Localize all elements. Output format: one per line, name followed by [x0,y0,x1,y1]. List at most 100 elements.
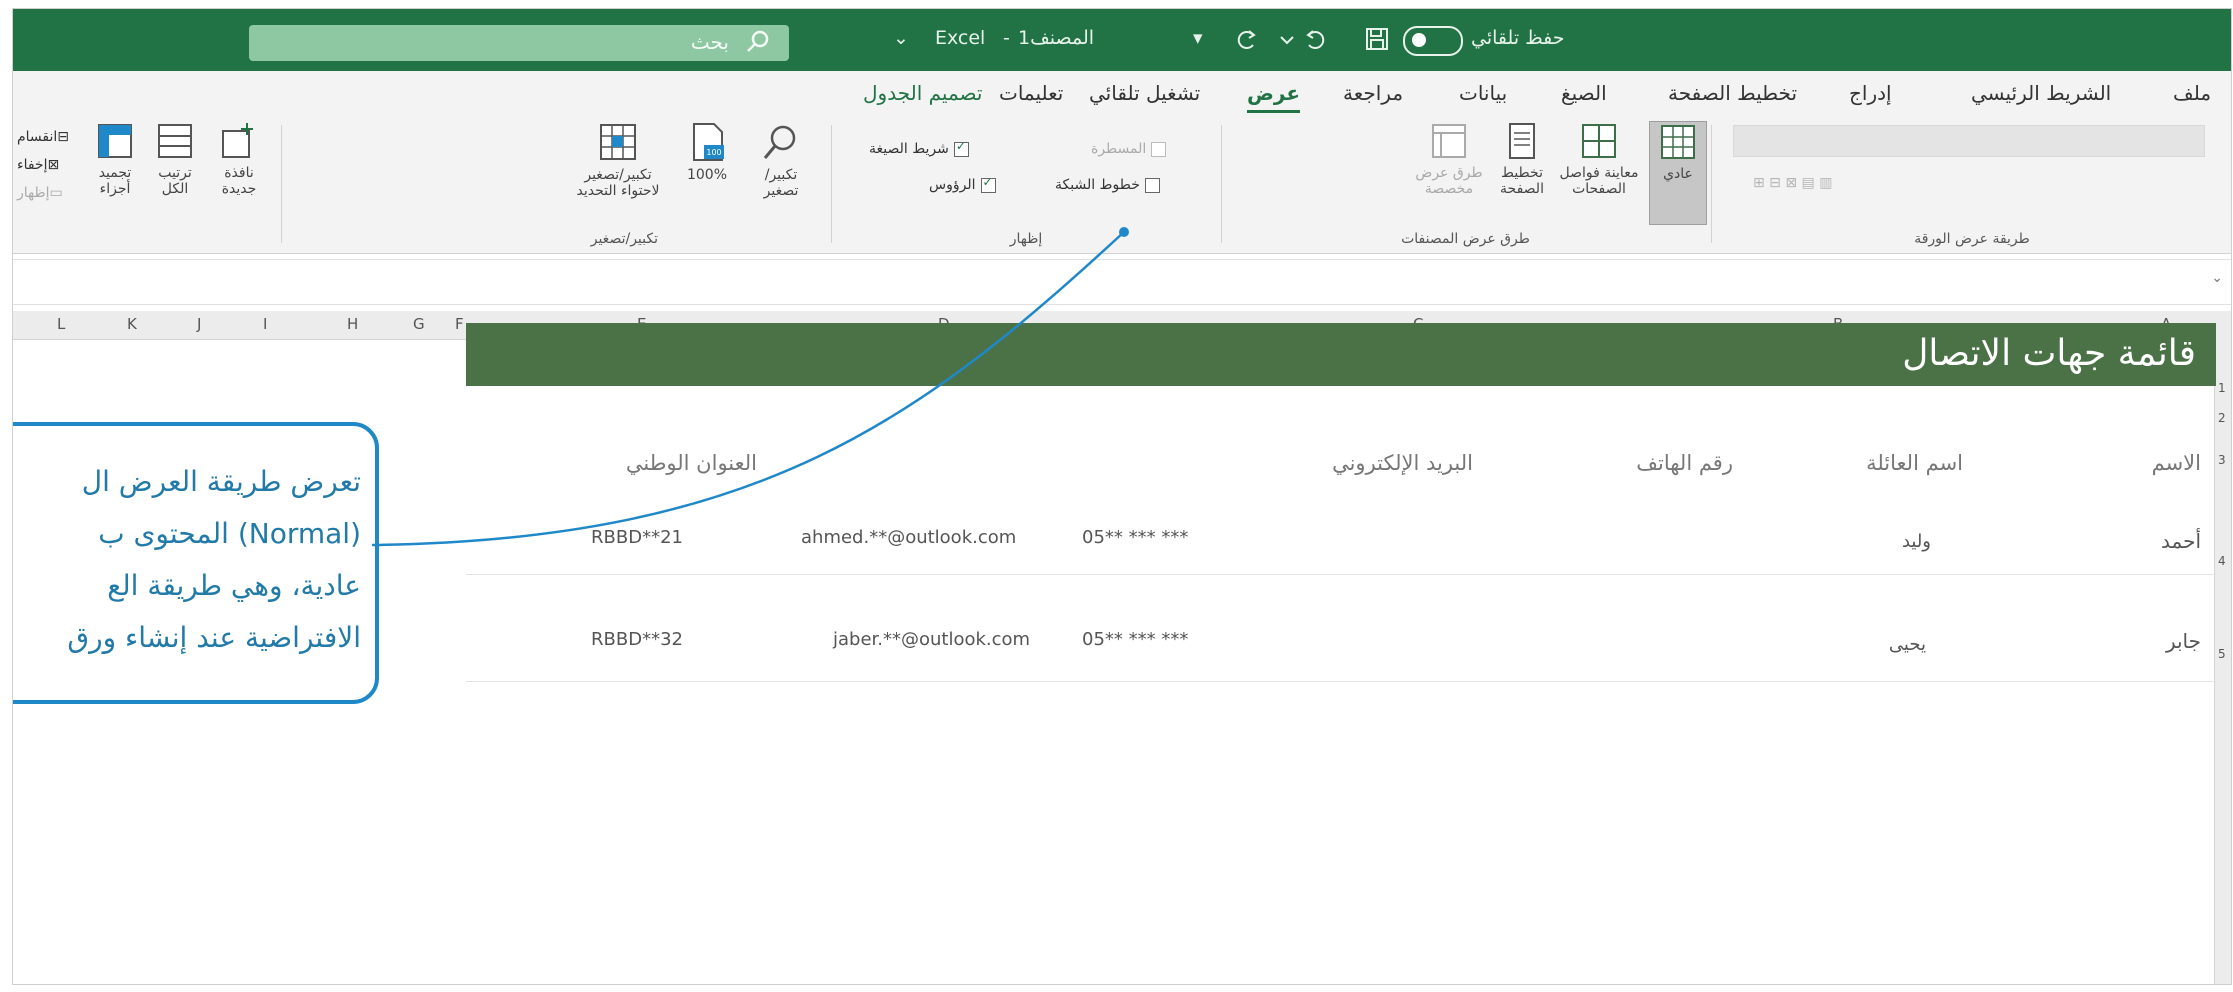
column-l[interactable]: L [57,315,65,333]
formula-bar-checkbox[interactable]: شريط الصيغة [869,139,969,157]
tab-file[interactable]: ملف [2173,81,2211,105]
zoom-label: تكبير/ تصغير [763,167,799,199]
ruler-checkbox[interactable]: المسطرة [1091,141,1167,157]
gridlines-label: خطوط الشبكة [1055,177,1140,193]
group-zoom: تكبير/ تصغير 100 100% تكبير/تصغير لاحتوا… [288,115,828,253]
normal-view-button[interactable]: عادي [1649,121,1707,225]
column-f[interactable]: F [455,315,464,333]
group-window: نافذة جديدة ترتيب الكل تجميد أجزاء ⊟انقس… [13,115,279,253]
excel-window: بحث ⌄ Excel - المصنف1 ▾ حفظ تلقائي ملف ا… [12,8,2232,985]
headings-check-box[interactable] [980,175,996,193]
zoom-to-selection-button[interactable]: تكبير/تصغير لاحتواء التحديد [570,121,666,199]
row-3[interactable]: 3 [2218,453,2226,467]
group-show-label: إظهار [1009,231,1043,247]
ruler-check-box[interactable] [1151,141,1167,157]
magnifier-icon [763,125,796,159]
search-icon [747,30,769,52]
redo-icon[interactable] [1233,25,1261,53]
split-button[interactable]: ⊟انقسام [17,129,69,145]
row-4[interactable]: 4 [2218,554,2226,568]
header-first-name[interactable]: الاسم [2152,451,2201,475]
page-break-preview-button[interactable]: معاينة فواصل الصفحات [1559,121,1639,197]
autosave-toggle[interactable] [1403,26,1463,56]
callout-box: تعرض طريقة العرض ال (Normal) المحتوى ب ع… [13,422,379,704]
tab-view[interactable]: عرض [1247,81,1301,113]
hide-button[interactable]: ⊠إخفاء [17,157,59,173]
cell-b5[interactable]: يحيى [1889,634,1926,655]
separator [831,125,832,243]
headings-checkbox[interactable]: الرؤوس [929,175,996,193]
qat-customize-icon[interactable]: ▾ [1193,27,1203,49]
save-icon[interactable] [1363,25,1391,53]
row-1[interactable]: 1 [2218,381,2226,395]
document-name: المصنف1 [1018,27,1095,49]
zoom-100-label: 100% [686,167,728,183]
column-g[interactable]: G [413,315,425,333]
callout-text: تعرض طريقة العرض ال (Normal) المحتوى ب ع… [13,456,361,664]
svg-text:100: 100 [706,148,721,157]
new-window-button[interactable]: نافذة جديدة [209,121,269,197]
formula-bar-label: شريط الصيغة [869,141,949,157]
tab-formulas[interactable]: الصيغ [1561,81,1607,105]
header-phone[interactable]: رقم الهاتف [1636,451,1733,475]
gridlines-checkbox[interactable]: خطوط الشبكة [1055,177,1160,193]
arrange-all-label: ترتيب الكل [158,165,192,197]
new-window-label: نافذة جديدة [221,165,257,197]
sheet-title-band[interactable]: قائمة جهات الاتصال [466,323,2216,386]
cell-d5[interactable]: jaber.**@outlook.com [833,629,1030,650]
arrange-all-button[interactable]: ترتيب الكل [147,121,203,197]
undo-icon[interactable] [1301,25,1329,53]
formula-bar[interactable]: ⌄ [13,259,2231,305]
cell-d4[interactable]: ahmed.**@outlook.com [801,527,1016,548]
column-j[interactable]: J [197,315,201,333]
tab-help[interactable]: تعليمات [999,81,1063,105]
search-box[interactable]: بحث [249,25,789,61]
custom-views-button[interactable]: طرق عرض مخصصة [1413,121,1485,197]
gridlines-check-box[interactable] [1144,177,1160,193]
undo-dropdown-icon[interactable] [1273,25,1301,53]
tab-automate[interactable]: تشغيل تلقائي [1089,81,1200,105]
cell-a4[interactable]: أحمد [2161,529,2201,553]
tab-home[interactable]: الشريط الرئيسي [1971,81,2111,105]
cell-b4[interactable]: وليد [1902,531,1931,552]
column-k[interactable]: K [127,315,137,333]
cell-c5[interactable]: 05** *** *** [1082,629,1188,650]
cell-e5[interactable]: RBBD**32 [591,629,683,650]
tab-review[interactable]: مراجعة [1343,81,1403,105]
column-h[interactable]: H [347,315,358,333]
header-national-address[interactable]: العنوان الوطني [626,451,757,475]
row-5[interactable]: 5 [2218,647,2226,661]
expand-formula-bar-icon[interactable]: ⌄ [2211,270,2223,286]
tab-table-design[interactable]: تصميم الجدول [863,81,982,105]
zoom-100-button[interactable]: 100 100% [672,121,742,183]
tab-page-layout[interactable]: تخطيط الصفحة [1668,81,1797,105]
row-header: 1 2 3 4 5 [2214,339,2231,984]
row-2[interactable]: 2 [2218,411,2226,425]
cell-e4[interactable]: RBBD**21 [591,527,683,548]
formula-bar-check-box[interactable] [953,139,969,157]
page-layout-button[interactable]: تخطيط الصفحة [1491,121,1553,197]
zoom-button[interactable]: تكبير/ تصغير [748,121,814,199]
group-sheet-view: ⊞ ⊟ ⊠ ▤ ▥ طريقة عرض الورقة [1713,115,2231,253]
separator [281,125,282,243]
ribbon-tabs: ملف الشريط الرئيسي إدراج تخطيط الصفحة ال… [13,71,2231,115]
cell-c4[interactable]: 05** *** *** [1082,527,1188,548]
page-break-preview-label: معاينة فواصل الصفحات [1559,165,1639,197]
sheet-view-controls: ⊞ ⊟ ⊠ ▤ ▥ [1753,175,1833,191]
title-separator: - [1003,27,1010,49]
autosave-label: حفظ تلقائي [1471,27,1565,49]
callout-line-2: (Normal) المحتوى ب [98,517,361,550]
freeze-panes-button[interactable]: تجميد أجزاء [87,121,143,197]
tab-data[interactable]: بيانات [1459,81,1507,105]
unhide-button[interactable]: ▭إظهار [17,185,63,201]
sheet-view-dropdown[interactable] [1733,125,2205,157]
callout-line-1: تعرض طريقة العرض ال [81,465,361,498]
column-i[interactable]: I [263,315,267,333]
arrange-all-icon [158,124,192,158]
title-dropdown-icon[interactable]: ⌄ [893,27,909,49]
header-last-name[interactable]: اسم العائلة [1866,451,1963,475]
page-layout-label: تخطيط الصفحة [1500,165,1544,197]
cell-a5[interactable]: جابر [2166,629,2201,653]
tab-insert[interactable]: إدراج [1849,81,1892,105]
header-email[interactable]: البريد الإلكتروني [1332,451,1473,475]
